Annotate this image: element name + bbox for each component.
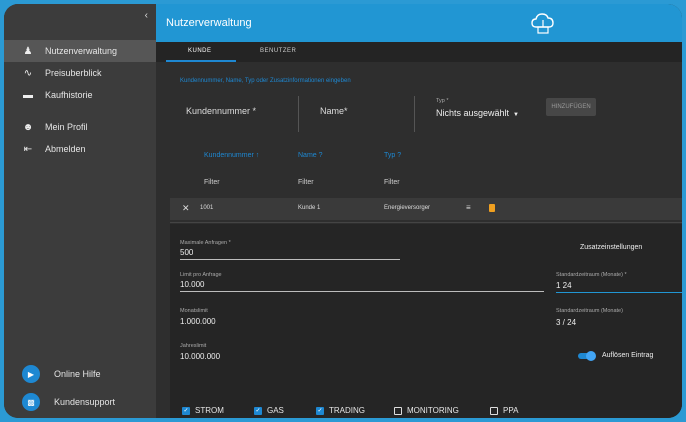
field-divider	[414, 96, 415, 132]
sidebar-item-label: Preisuberblick	[45, 68, 102, 78]
divider	[170, 222, 682, 223]
column-header-name[interactable]: Name ?	[298, 152, 323, 159]
jahreslimit-input[interactable]: 10.000.000	[180, 352, 220, 361]
tab-kunde[interactable]: KUNDE	[188, 48, 212, 54]
checkbox-checked-icon: ✓	[182, 406, 190, 415]
typ-label: Typ *	[436, 98, 449, 104]
checkbox-unchecked-icon	[490, 406, 498, 415]
limit-anfrage-underline	[180, 291, 544, 292]
chevron-down-icon: ▼	[513, 112, 519, 118]
sidebar-item-label: Abmelden	[45, 144, 86, 154]
sidebar-item-kaufhistorie[interactable]: ▬ Kaufhistorie	[4, 84, 156, 106]
tab-bar: KUNDE BENUTZER	[156, 42, 682, 62]
jahreslimit-label: Jahreslimit	[180, 343, 207, 349]
filter-name[interactable]: Filter	[298, 179, 314, 186]
max-anfragen-underline	[180, 259, 400, 260]
checkbox-gas[interactable]: ✓ GAS	[254, 406, 284, 415]
row-name: Kunde 1	[298, 205, 321, 211]
kunde-form: Maximale Anfragen * 500 Limit pro Anfrag…	[170, 224, 682, 418]
sidebar-item-preisuberblick[interactable]: ∿ Preisuberblick	[4, 62, 156, 84]
standardzeitraum-underline	[556, 292, 682, 293]
trend-icon: ∿	[23, 67, 33, 79]
sidebar-item-label: Kaufhistorie	[45, 90, 93, 100]
checkbox-ppa[interactable]: PPA	[490, 406, 518, 415]
chat-icon: ▩	[22, 393, 40, 411]
checkbox-monitoring[interactable]: MONITORING	[394, 406, 459, 415]
filter-kundennummer[interactable]: Filter	[204, 179, 220, 186]
cloud-logo-icon	[531, 13, 554, 34]
typ-select[interactable]: Nichts ausgewählt ▼	[436, 108, 519, 118]
online-hilfe-label: Online Hilfe	[54, 369, 101, 379]
main-content: Kundennummer, Name, Typ oder Zusatzinfor…	[156, 62, 682, 418]
name-input[interactable]: Name*	[320, 106, 348, 116]
max-anfragen-input[interactable]: 500	[180, 248, 193, 257]
close-icon[interactable]: ✕	[182, 203, 190, 214]
app-header: Nutzerverwaltung	[156, 4, 682, 42]
sidebar-item-label: Mein Profil	[45, 122, 88, 132]
kundennummer-input[interactable]: Kundennummer *	[186, 106, 256, 116]
app-window: ‹ ♟ Nutzenverwaltung ∿ Preisuberblick ▬ …	[4, 4, 682, 418]
row-typ: Energieversorger	[384, 205, 431, 211]
card-icon: ▬	[23, 89, 33, 101]
tab-benutzer[interactable]: BENUTZER	[260, 48, 296, 54]
sidebar-item-mein-profil[interactable]: ☻ Mein Profil	[4, 116, 156, 138]
sidebar: ‹ ♟ Nutzenverwaltung ∿ Preisuberblick ▬ …	[4, 4, 156, 418]
delete-icon[interactable]	[489, 204, 495, 212]
kundensupport-link[interactable]: ▩ Kundensupport	[4, 390, 156, 414]
checkbox-unchecked-icon	[394, 406, 402, 415]
checkbox-checked-icon: ✓	[254, 406, 262, 415]
limit-anfrage-label: Limit pro Anfrage	[180, 272, 222, 278]
menu-icon[interactable]: ≡	[466, 203, 471, 212]
checkbox-strom[interactable]: ✓ STROM	[182, 406, 224, 415]
sidebar-item-label: Nutzenverwaltung	[45, 46, 118, 56]
column-header-typ[interactable]: Typ ?	[384, 152, 401, 159]
online-hilfe-link[interactable]: ▶ Online Hilfe	[4, 362, 156, 386]
toggle-knob	[586, 351, 596, 361]
monatslimit-input[interactable]: 1.000.000	[180, 317, 216, 326]
page-title: Nutzerverwaltung	[166, 17, 252, 29]
typ-select-value: Nichts ausgewählt	[436, 108, 510, 118]
users-icon: ♟	[23, 45, 33, 57]
field-divider	[298, 96, 299, 132]
sidebar-item-nutzerverwaltung[interactable]: ♟ Nutzenverwaltung	[4, 40, 156, 62]
kundensupport-label: Kundensupport	[54, 397, 116, 407]
standardzeitraum2-label: Standardzeitraum (Monate)	[556, 308, 623, 314]
checkbox-trading[interactable]: ✓ TRADING	[316, 406, 365, 415]
row-kundennummer: 1001	[200, 205, 214, 211]
logout-icon: ⇤	[23, 143, 33, 155]
checkbox-checked-icon: ✓	[316, 406, 324, 415]
hinzufuegen-button[interactable]: HINZUFÜGEN	[546, 98, 596, 116]
aufloesen-toggle[interactable]	[578, 351, 596, 361]
standardzeitraum2-input[interactable]: 3 / 24	[556, 318, 576, 327]
standardzeitraum-input[interactable]: 1 24	[556, 281, 572, 290]
zusatzeinstellungen-heading: Zusatzeinstellungen	[580, 244, 643, 251]
filter-typ[interactable]: Filter	[384, 179, 400, 186]
column-header-kundennummer[interactable]: Kundennummer ↑	[204, 152, 259, 159]
person-icon: ☻	[22, 121, 34, 133]
search-hint: Kundennummer, Name, Typ oder Zusatzinfor…	[180, 78, 351, 84]
max-anfragen-label: Maximale Anfragen *	[180, 240, 231, 246]
sidebar-collapse-button[interactable]: ‹	[145, 10, 148, 21]
sidebar-item-abmelden[interactable]: ⇤ Abmelden	[4, 138, 156, 160]
standardzeitraum-label: Standardzeitraum (Monate) *	[556, 272, 627, 278]
limit-anfrage-input[interactable]: 10.000	[180, 280, 204, 289]
aufloesen-label: Auflösen Eintrag	[602, 352, 654, 359]
table-row[interactable]: ✕ 1001 Kunde 1 Energieversorger ≡	[170, 198, 682, 220]
video-icon: ▶	[22, 365, 40, 383]
monatslimit-label: Monatslimit	[180, 308, 208, 314]
